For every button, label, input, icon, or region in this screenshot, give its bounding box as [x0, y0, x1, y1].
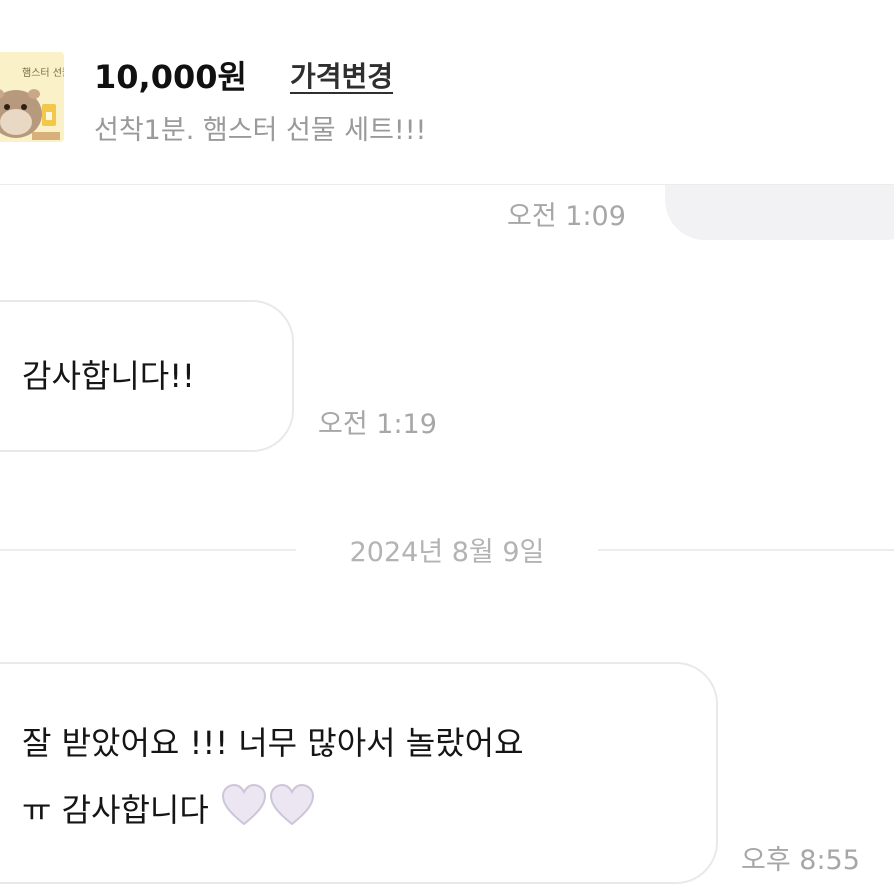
white-heart-icon: [269, 783, 314, 826]
product-price: 10,000원: [94, 58, 247, 96]
incoming-message-line1: 잘 받았어요 !!! 너무 많아서 놀랐어요: [22, 724, 524, 762]
white-heart-icon: [221, 783, 266, 826]
date-divider-right: [598, 549, 894, 551]
date-separator: 2024년 8월 9일: [349, 537, 545, 568]
hamster-image-icon: 햄스터 선물 세트: [0, 52, 64, 142]
product-header: 햄스터 선물 세트 10,000원 가격변경 선착1분. 햄스터 선물 세트!!…: [0, 0, 894, 185]
product-title[interactable]: 선착1분. 햄스터 선물 세트!!!: [94, 108, 426, 147]
product-thumbnail[interactable]: 햄스터 선물 세트: [0, 52, 64, 142]
incoming-message-bubble[interactable]: [0, 662, 718, 884]
outgoing-message-time: 오전 1:09: [507, 201, 626, 232]
incoming-message-time: 오전 1:19: [318, 409, 437, 440]
incoming-message-line2: ㅠ 감사합니다: [22, 791, 209, 829]
date-divider-left: [0, 549, 296, 551]
incoming-message-time: 오후 8:55: [741, 845, 860, 876]
thumbnail-text: 햄스터 선물 세트: [22, 66, 64, 79]
price-change-link[interactable]: 가격변경: [290, 55, 393, 95]
incoming-message-line2-row: ㅠ 감사합니다: [22, 782, 315, 838]
incoming-message-text: 감사합니다!!: [22, 357, 195, 395]
